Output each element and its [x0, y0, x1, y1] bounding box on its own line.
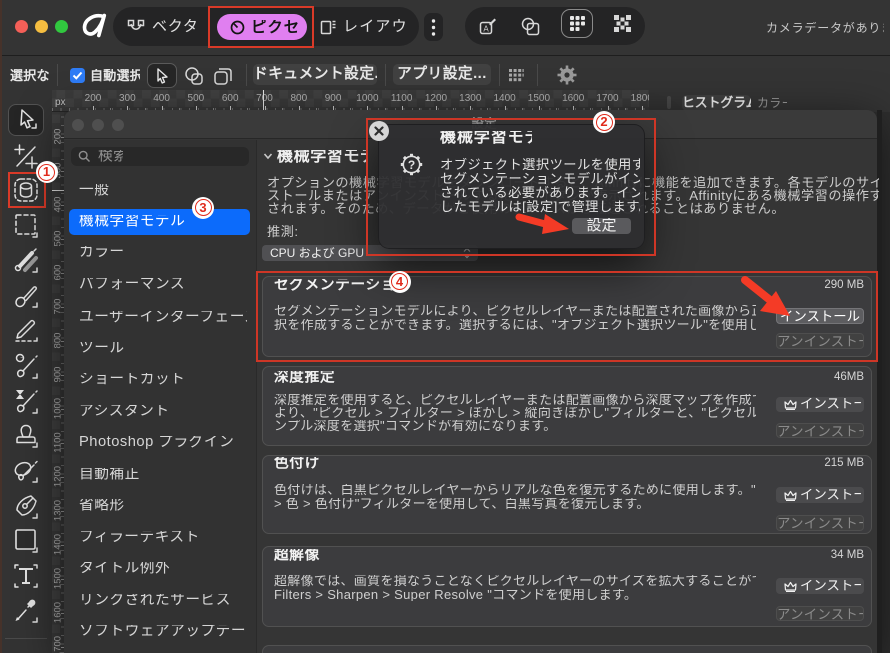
svg-text:A: A [483, 25, 489, 34]
